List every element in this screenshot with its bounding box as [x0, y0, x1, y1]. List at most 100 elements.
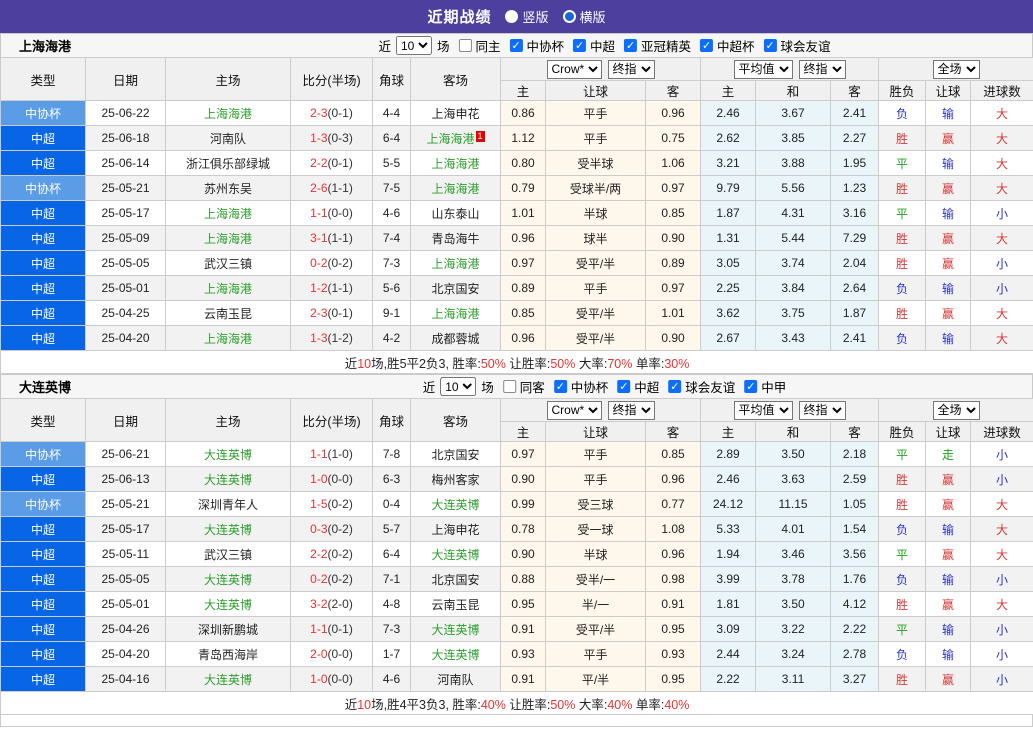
column-header: 客场: [410, 57, 501, 101]
odds-away: 0.85: [644, 200, 702, 226]
column-subheader: 让球: [925, 421, 972, 442]
table-row: 中超 25-04-26 深圳新鹏城 1-1(0-1) 7-3 大连英博 0.91 受平/半 0.…: [0, 616, 1033, 642]
odds-away: 0.90: [644, 325, 702, 351]
score-cell: 1-2(1-1): [290, 275, 373, 301]
odds-home: 0.79: [500, 175, 546, 201]
table-row: 中超 25-06-18 河南队 1-3(0-3) 6-4 上海海港 1 1.12 平手 0.75 2…: [0, 125, 1033, 151]
checkbox-competition[interactable]: [509, 39, 523, 52]
odds-away: 0.96: [644, 100, 702, 126]
date-cell: 25-05-01: [85, 275, 166, 301]
table-row: 中超 25-05-09 上海海港 3-1(1-1) 7-4 青岛海牛 0.96 球半 0.90 1…: [0, 225, 1033, 251]
date-cell: 25-04-26: [85, 616, 166, 642]
avg-away: 2.04: [830, 250, 880, 276]
avg-draw: 3.78: [755, 566, 832, 592]
column-subheader: 主: [500, 80, 546, 101]
result-handicap: 输: [925, 516, 972, 542]
score-cell: 1-0(0-0): [290, 466, 373, 492]
result-goals: 大: [970, 175, 1033, 201]
radio-horizontal[interactable]: 横版: [562, 7, 606, 26]
away-team: 山东泰山: [410, 200, 501, 226]
avg-draw: 3.75: [755, 300, 832, 326]
avg-away: 1.05: [830, 491, 880, 517]
filter-competition-label: 中超杯: [717, 40, 755, 54]
odds-home: 0.97: [500, 441, 546, 467]
avg-draw: 3.46: [755, 541, 832, 567]
type-cell: 中超: [0, 616, 86, 642]
bottom-strip: [0, 715, 1033, 727]
avg-source-select[interactable]: 平均值: [733, 59, 793, 79]
recent-count-select[interactable]: 10: [395, 36, 432, 55]
radio-vertical[interactable]: 竖版: [505, 7, 549, 26]
odds-source-select-2[interactable]: 终指: [607, 400, 655, 420]
odds-home: 0.88: [500, 566, 546, 592]
checkbox-competition[interactable]: [668, 380, 682, 393]
date-cell: 25-05-01: [85, 591, 166, 617]
type-cell: 中超: [0, 591, 86, 617]
home-team: 大连英博: [165, 516, 291, 542]
type-cell: 中超: [0, 516, 86, 542]
odds-line: 受三球: [545, 491, 646, 517]
avg-away: 3.27: [830, 666, 880, 692]
odds-home: 0.97: [500, 250, 546, 276]
avg-draw: 3.67: [755, 100, 832, 126]
checkbox-competition[interactable]: [744, 380, 758, 393]
checkbox-same-venue[interactable]: [458, 39, 472, 52]
result-handicap: 赢: [925, 591, 972, 617]
corner-cell: 6-4: [372, 125, 411, 151]
result-handicap: 输: [925, 566, 972, 592]
odds-line: 受平/半: [545, 300, 646, 326]
avg-source-select-2[interactable]: 终指: [798, 400, 846, 420]
section-summary: 近10场,胜4平3负3, 胜率:40% 让胜率:50% 大率:40% 单率:40…: [0, 691, 1033, 715]
type-cell: 中协杯: [0, 441, 86, 467]
avg-draw: 3.43: [755, 325, 832, 351]
scope-select[interactable]: 全场: [932, 400, 980, 420]
avg-draw: 3.85: [755, 125, 832, 151]
avg-source-select-2[interactable]: 终指: [798, 59, 846, 79]
column-subheader: 客: [830, 421, 880, 442]
odds-home: 0.89: [500, 275, 546, 301]
away-team: 成都蓉城: [410, 325, 501, 351]
odds-line: 受半球: [545, 150, 646, 176]
radio-vertical-icon[interactable]: [505, 10, 519, 23]
type-cell: 中超: [0, 566, 86, 592]
column-subheader: 客: [644, 421, 702, 442]
away-team: 河南队: [410, 666, 501, 692]
column-subheader: 主: [700, 421, 757, 442]
date-cell: 25-05-21: [85, 491, 166, 517]
column-subheader: 进球数: [970, 80, 1033, 101]
avg-home: 2.62: [700, 125, 757, 151]
filter-competition-label: 球会友谊: [780, 40, 831, 54]
odds-source-select-2[interactable]: 终指: [607, 59, 655, 79]
recent-count-select[interactable]: 10: [440, 377, 477, 396]
avg-away: 3.56: [830, 541, 880, 567]
checkbox-competition[interactable]: [617, 380, 631, 393]
odds-source-select[interactable]: Crow*: [546, 59, 602, 79]
odds-away: 0.91: [644, 591, 702, 617]
odds-source-select[interactable]: Crow*: [546, 400, 602, 420]
odds-line: 受平/半: [545, 616, 646, 642]
odds-line: 半球: [545, 200, 646, 226]
type-cell: 中超: [0, 325, 86, 351]
result-outcome: 平: [878, 441, 927, 467]
checkbox-competition[interactable]: [763, 39, 777, 52]
checkbox-competition[interactable]: [553, 380, 567, 393]
result-outcome: 负: [878, 100, 927, 126]
result-handicap: 输: [925, 200, 972, 226]
odds-line: 半球: [545, 541, 646, 567]
checkbox-competition[interactable]: [624, 39, 638, 52]
avg-source-select[interactable]: 平均值: [733, 400, 793, 420]
result-goals: 小: [970, 275, 1033, 301]
scope-select[interactable]: 全场: [932, 59, 980, 79]
checkbox-same-venue[interactable]: [502, 380, 516, 393]
score-cell: 2-3(0-1): [290, 300, 373, 326]
table-row: 中超 25-05-01 上海海港 1-2(1-1) 5-6 北京国安 0.89 平手 0.97 2…: [0, 275, 1033, 301]
avg-draw: 4.01: [755, 516, 832, 542]
checkbox-competition[interactable]: [700, 39, 714, 52]
filter-competition-label: 中协杯: [570, 381, 609, 395]
radio-horizontal-icon[interactable]: [562, 10, 576, 23]
checkbox-competition[interactable]: [573, 39, 586, 52]
odds-home: 0.95: [500, 591, 546, 617]
radio-vertical-label: 竖版: [522, 10, 549, 25]
away-team: 上海海港: [410, 300, 501, 326]
odds-line: 平手: [545, 441, 646, 467]
